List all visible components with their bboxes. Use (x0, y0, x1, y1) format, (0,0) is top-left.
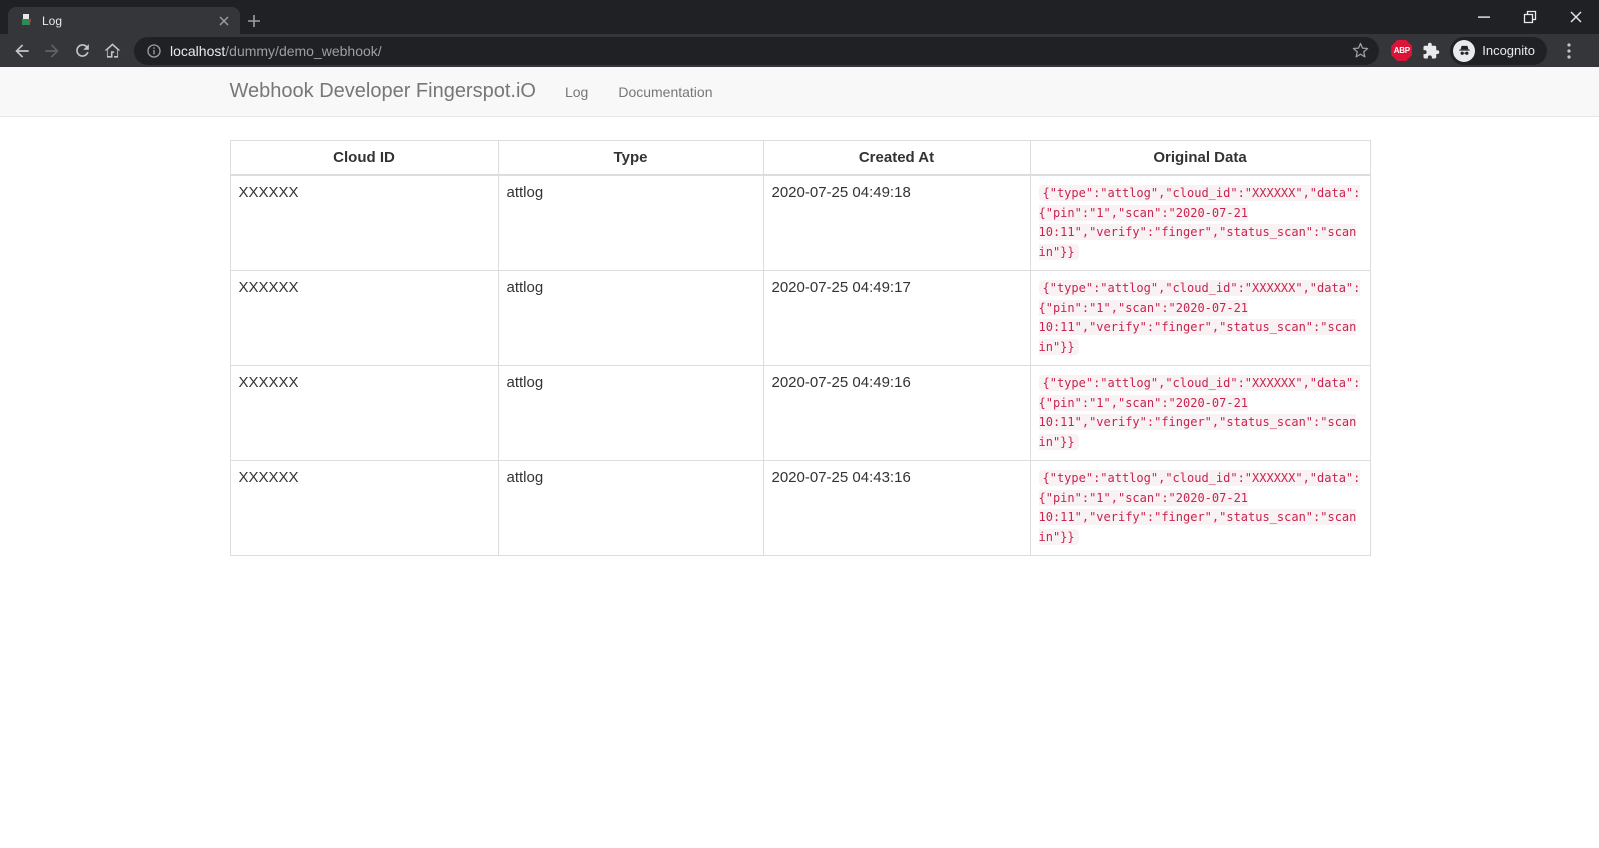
menu-kebab-button[interactable] (1557, 37, 1581, 65)
original-data-code: {"type":"attlog","cloud_id":"XXXXXX","da… (1039, 280, 1361, 355)
url-host: localhost (170, 43, 225, 59)
extensions-area: ABP Incognito (1387, 37, 1591, 65)
original-data-cell: {"type":"attlog","cloud_id":"XXXXXX","da… (1030, 461, 1370, 556)
nav-link-log[interactable]: Log (550, 84, 603, 100)
table-row: XXXXXX attlog 2020-07-25 04:43:16 {"type… (230, 461, 1370, 556)
browser-toolbar: localhost/dummy/demo_webhook/ ABP Incogn… (0, 34, 1599, 67)
type-cell: attlog (498, 271, 763, 366)
url-text: localhost/dummy/demo_webhook/ (170, 43, 382, 59)
tab-close-button[interactable] (216, 13, 232, 29)
type-cell: attlog (498, 461, 763, 556)
incognito-icon (1453, 40, 1475, 62)
url-bar[interactable]: localhost/dummy/demo_webhook/ (134, 37, 1379, 65)
site-navbar: Webhook Developer Fingerspot.iO Log Docu… (0, 67, 1599, 117)
window-controls (1461, 0, 1599, 34)
type-cell: attlog (498, 366, 763, 461)
original-data-code: {"type":"attlog","cloud_id":"XXXXXX","da… (1039, 185, 1361, 260)
forward-button[interactable] (38, 37, 66, 65)
page-info-icon[interactable] (146, 43, 162, 59)
original-data-code: {"type":"attlog","cloud_id":"XXXXXX","da… (1039, 375, 1361, 450)
home-button[interactable] (98, 37, 126, 65)
table-row: XXXXXX attlog 2020-07-25 04:49:16 {"type… (230, 366, 1370, 461)
cloud-id-cell: XXXXXX (230, 366, 498, 461)
column-header-type: Type (498, 141, 763, 176)
created-at-cell: 2020-07-25 04:49:16 (763, 366, 1030, 461)
reload-button[interactable] (68, 37, 96, 65)
cloud-id-cell: XXXXXX (230, 175, 498, 271)
column-header-original-data: Original Data (1030, 141, 1370, 176)
browser-tab[interactable]: Log (8, 7, 240, 34)
original-data-code: {"type":"attlog","cloud_id":"XXXXXX","da… (1039, 470, 1361, 545)
type-cell: attlog (498, 175, 763, 271)
abp-extension-badge[interactable]: ABP (1391, 40, 1412, 61)
created-at-cell: 2020-07-25 04:49:17 (763, 271, 1030, 366)
table-row: XXXXXX attlog 2020-07-25 04:49:18 {"type… (230, 175, 1370, 271)
nav-link-documentation[interactable]: Documentation (603, 84, 727, 100)
tab-favicon-icon (18, 13, 34, 29)
table-row: XXXXXX attlog 2020-07-25 04:49:17 {"type… (230, 271, 1370, 366)
extensions-puzzle-icon[interactable] (1422, 42, 1440, 60)
bookmark-star-icon[interactable] (1352, 42, 1369, 59)
incognito-badge[interactable]: Incognito (1450, 37, 1547, 65)
original-data-cell: {"type":"attlog","cloud_id":"XXXXXX","da… (1030, 175, 1370, 271)
close-button[interactable] (1553, 0, 1599, 34)
created-at-cell: 2020-07-25 04:43:16 (763, 461, 1030, 556)
column-header-cloud-id: Cloud ID (230, 141, 498, 176)
created-at-cell: 2020-07-25 04:49:18 (763, 175, 1030, 271)
browser-titlebar: Log (0, 0, 1599, 34)
restore-button[interactable] (1507, 0, 1553, 34)
log-table: Cloud ID Type Created At Original Data X… (230, 140, 1371, 556)
table-header-row: Cloud ID Type Created At Original Data (230, 141, 1370, 176)
back-button[interactable] (8, 37, 36, 65)
incognito-label: Incognito (1482, 43, 1535, 58)
site-nav: Log Documentation (550, 84, 728, 100)
url-path: /dummy/demo_webhook/ (225, 43, 381, 59)
webpage: Webhook Developer Fingerspot.iO Log Docu… (0, 67, 1599, 848)
cloud-id-cell: XXXXXX (230, 461, 498, 556)
original-data-cell: {"type":"attlog","cloud_id":"XXXXXX","da… (1030, 366, 1370, 461)
minimize-button[interactable] (1461, 0, 1507, 34)
column-header-created-at: Created At (763, 141, 1030, 176)
tab-title: Log (42, 14, 208, 28)
cloud-id-cell: XXXXXX (230, 271, 498, 366)
original-data-cell: {"type":"attlog","cloud_id":"XXXXXX","da… (1030, 271, 1370, 366)
site-brand[interactable]: Webhook Developer Fingerspot.iO (230, 80, 536, 103)
new-tab-button[interactable] (240, 7, 268, 34)
page-content: Cloud ID Type Created At Original Data X… (0, 117, 1599, 556)
